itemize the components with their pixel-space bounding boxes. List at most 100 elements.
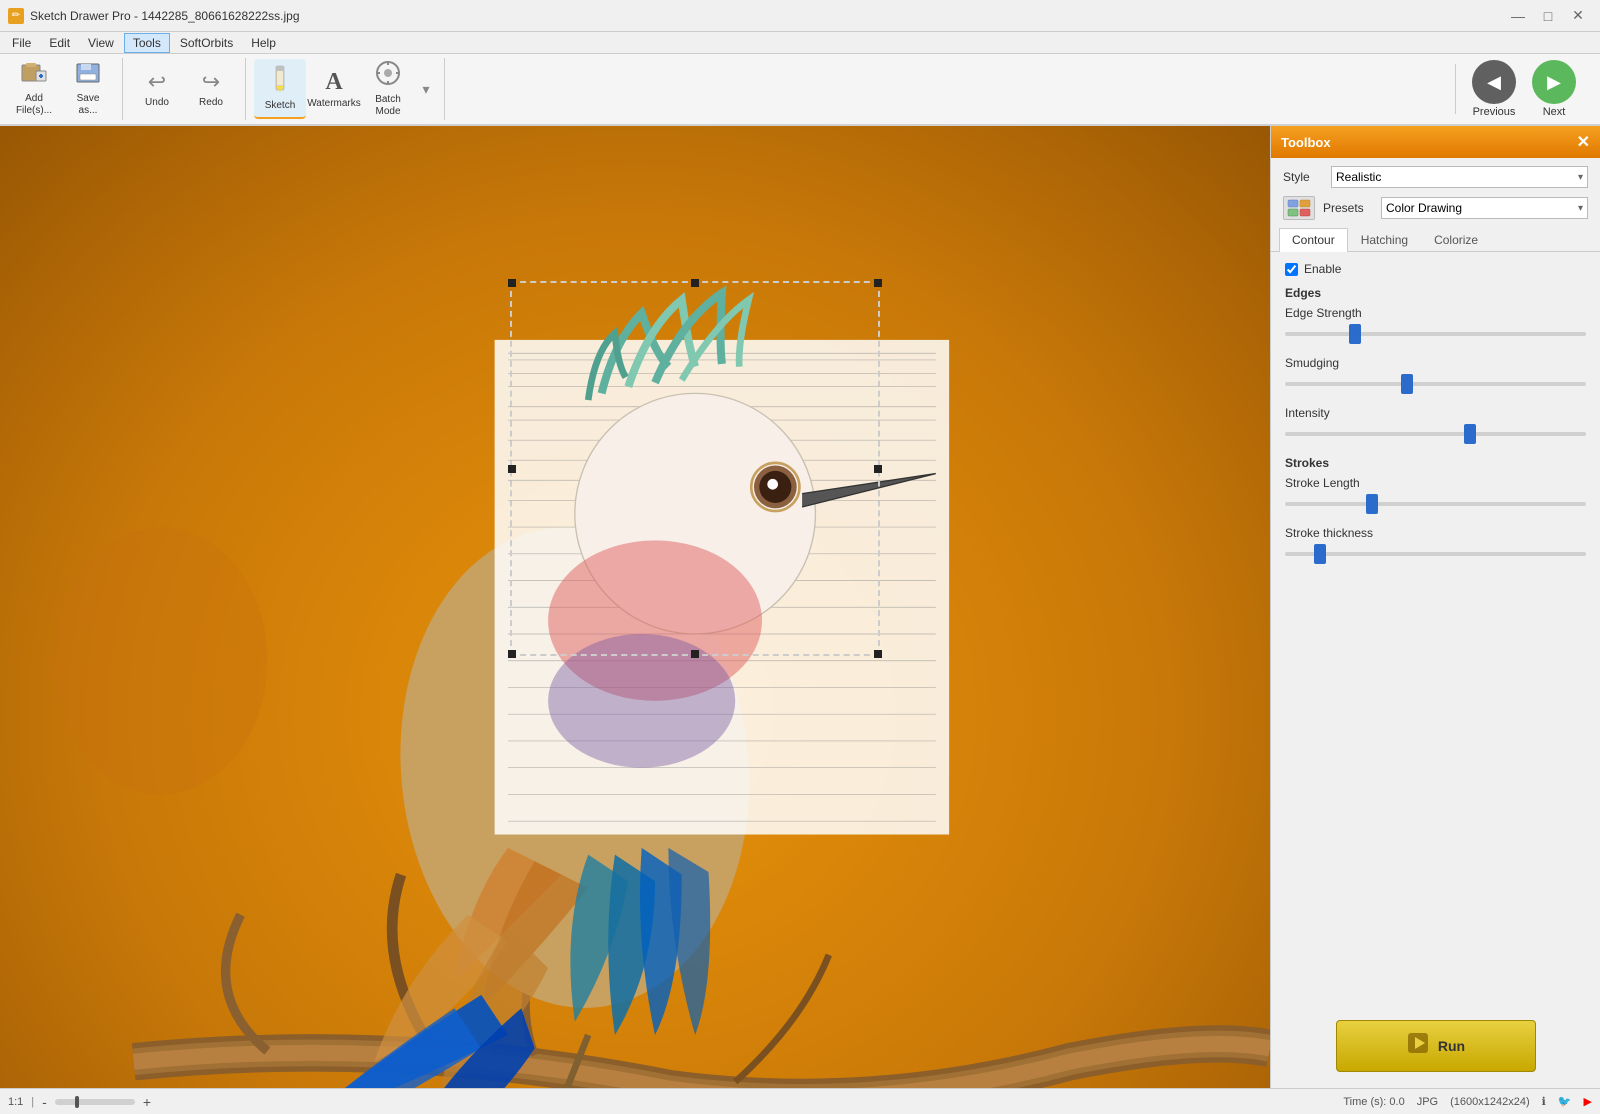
sketch-button[interactable]: Sketch (254, 59, 306, 119)
intensity-label: Intensity (1285, 406, 1586, 420)
edges-section-title: Edges (1285, 286, 1586, 300)
watermarks-label: Watermarks (307, 98, 361, 110)
stroke-length-slider[interactable] (1285, 502, 1586, 506)
intensity-slider[interactable] (1285, 432, 1586, 436)
toolbar-file-group: AddFile(s)... Saveas... (8, 58, 123, 120)
time-label: Time (s): 0.0 (1343, 1096, 1404, 1108)
next-nav-item: ▶ Next (1532, 60, 1576, 118)
next-button[interactable]: ▶ (1532, 60, 1576, 104)
share-twitter-icon[interactable]: 🐦 (1558, 1095, 1572, 1108)
redo-label: Redo (199, 97, 223, 109)
style-dropdown[interactable]: Realistic ▾ (1331, 166, 1588, 188)
stroke-thickness-track (1285, 544, 1586, 564)
stroke-thickness-label: Stroke thickness (1285, 526, 1586, 540)
app-icon: ✏ (8, 8, 24, 24)
canvas-area[interactable] (0, 126, 1270, 1088)
toolbox-panel: Toolbox ✕ Style Realistic ▾ Presets (1270, 126, 1600, 1088)
edge-strength-control: Edge Strength (1285, 306, 1586, 344)
smudging-control: Smudging (1285, 356, 1586, 394)
presets-row: Presets Color Drawing ▾ (1271, 192, 1600, 228)
batch-mode-label: BatchMode (375, 94, 401, 118)
run-area: Run (1271, 1004, 1600, 1088)
toolbar: AddFile(s)... Saveas... ↩ Undo ↪ Redo (0, 54, 1600, 126)
style-dropdown-arrow: ▾ (1578, 172, 1583, 183)
save-as-label: Saveas... (77, 93, 100, 117)
sketch-label: Sketch (265, 100, 296, 112)
tab-contour[interactable]: Contour (1279, 228, 1348, 252)
smudging-slider[interactable] (1285, 382, 1586, 386)
prev-button[interactable]: ◀ (1472, 60, 1516, 104)
zoom-minus-button[interactable]: - (42, 1094, 47, 1110)
toolbox-spacer (1271, 638, 1600, 1004)
zoom-level: 1:1 (8, 1096, 23, 1108)
save-as-button[interactable]: Saveas... (62, 59, 114, 119)
run-label: Run (1438, 1038, 1465, 1054)
sketch-icon (266, 64, 294, 98)
titlebar: ✏ Sketch Drawer Pro - 1442285_8066162822… (0, 0, 1600, 32)
redo-button[interactable]: ↪ Redo (185, 59, 237, 119)
enable-label[interactable]: Enable (1304, 262, 1341, 276)
prev-nav-item: ◀ Previous (1472, 60, 1516, 118)
run-icon (1406, 1031, 1430, 1061)
batch-mode-icon (374, 60, 402, 92)
stroke-length-control: Stroke Length (1285, 476, 1586, 514)
intensity-control: Intensity (1285, 406, 1586, 444)
presets-label: Presets (1323, 201, 1373, 215)
statusbar: 1:1 | - + Time (s): 0.0 JPG (1600x1242x2… (0, 1088, 1600, 1114)
enable-row: Enable (1285, 262, 1586, 276)
menu-edit[interactable]: Edit (41, 34, 78, 52)
time-label-text: Time (s): (1343, 1096, 1386, 1108)
close-button[interactable]: ✕ (1564, 5, 1592, 27)
redo-icon: ↪ (202, 69, 220, 95)
minimize-button[interactable]: — (1504, 5, 1532, 27)
stroke-length-label: Stroke Length (1285, 476, 1586, 490)
menubar: File Edit View Tools SoftOrbits Help (0, 32, 1600, 54)
more-button[interactable]: ▾ (416, 59, 436, 119)
menu-view[interactable]: View (80, 34, 122, 52)
contour-tab-content: Enable Edges Edge Strength Smudging In (1271, 252, 1600, 638)
watermarks-icon: A (325, 69, 342, 96)
tab-hatching[interactable]: Hatching (1348, 228, 1421, 251)
style-value: Realistic (1336, 170, 1381, 184)
undo-button[interactable]: ↩ Undo (131, 59, 183, 119)
canvas-svg (0, 126, 1270, 1088)
batch-mode-button[interactable]: BatchMode (362, 59, 414, 119)
zoom-plus-button[interactable]: + (143, 1094, 151, 1110)
save-as-icon (74, 61, 102, 91)
presets-dropdown-arrow: ▾ (1578, 203, 1583, 214)
youtube-icon[interactable]: ▶ (1584, 1095, 1592, 1108)
edge-strength-label: Edge Strength (1285, 306, 1586, 320)
toolbar-edit-group: ↩ Undo ↪ Redo (131, 58, 246, 120)
main-area: Toolbox ✕ Style Realistic ▾ Presets (0, 126, 1600, 1088)
stroke-thickness-control: Stroke thickness (1285, 526, 1586, 564)
stroke-thickness-slider[interactable] (1285, 552, 1586, 556)
info-icon[interactable]: ℹ (1542, 1095, 1546, 1108)
edge-strength-slider[interactable] (1285, 332, 1586, 336)
menu-help[interactable]: Help (243, 34, 284, 52)
toolbar-nav: ◀ Previous ▶ Next (1455, 60, 1592, 118)
format-label: JPG (1417, 1096, 1438, 1108)
presets-icon (1283, 196, 1315, 220)
time-value: 0.0 (1389, 1096, 1404, 1108)
watermarks-button[interactable]: A Watermarks (308, 59, 360, 119)
run-button[interactable]: Run (1336, 1020, 1536, 1072)
style-row: Style Realistic ▾ (1271, 158, 1600, 192)
more-icon: ▾ (422, 81, 429, 98)
zoom-slider-thumb[interactable] (75, 1096, 79, 1108)
add-file-button[interactable]: AddFile(s)... (8, 59, 60, 119)
status-zoom: 1:1 | - + (8, 1094, 151, 1110)
edge-strength-track (1285, 324, 1586, 344)
tab-colorize[interactable]: Colorize (1421, 228, 1491, 251)
next-label: Next (1543, 106, 1566, 118)
maximize-button[interactable]: □ (1534, 5, 1562, 27)
menu-softorbits[interactable]: SoftOrbits (172, 34, 241, 52)
dimensions-label: (1600x1242x24) (1450, 1096, 1530, 1108)
smudging-label: Smudging (1285, 356, 1586, 370)
menu-tools[interactable]: Tools (124, 33, 170, 53)
toolbox-header: Toolbox ✕ (1271, 126, 1600, 158)
presets-dropdown[interactable]: Color Drawing ▾ (1381, 197, 1588, 219)
toolbox-close-button[interactable]: ✕ (1577, 132, 1590, 152)
menu-file[interactable]: File (4, 34, 39, 52)
toolbox-title: Toolbox (1281, 135, 1331, 150)
enable-checkbox[interactable] (1285, 263, 1298, 276)
